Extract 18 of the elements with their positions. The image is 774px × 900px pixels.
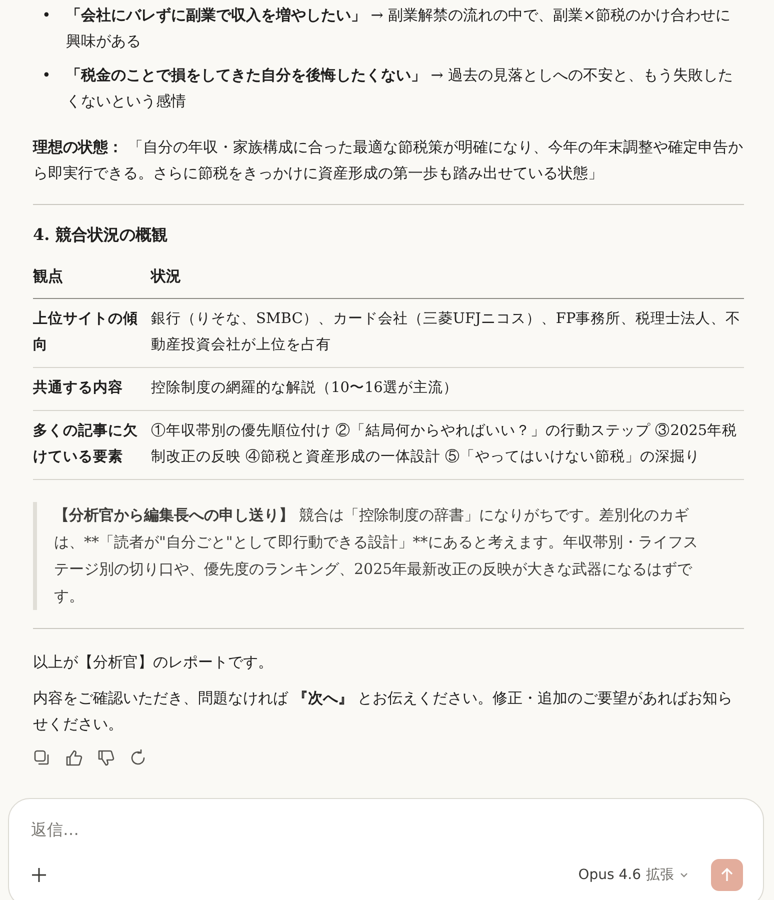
column-header: 状況 (151, 256, 744, 299)
ideal-state-text: 理想の状態： 「自分の年収・家族構成に合った最適な節税策が明確になり、今年の年末調整や確定申告から即実行できる。さらに節税をきっかけに資産形成の第一歩も踏み出せている状態」 (33, 137, 744, 184)
table-cell: 上位サイトの傾向 (33, 298, 151, 368)
table-cell: 共通する内容 (33, 368, 151, 411)
bullet-text: 「会社にバレずに副業で収入を増やしたい」 → 副業解禁の流れの中で、副業×節税のかけ合わせに興味がある (66, 5, 732, 52)
table-cell: 控除制度の網羅的な解説（10〜16選が主流） (151, 368, 744, 411)
model-selector[interactable]: Opus 4.6 拡張 (572, 864, 695, 886)
table-cell: ①年収帯別の優先順位付け ②「結局何からやればいい？」の行動ステップ ③2025年税制改正の反映 ④節税と資産形成の一体設計 ⑤「やってはいけない節税」の深掘り (151, 410, 744, 480)
note-text: 【分析官から編集長への申し送り】 競合は「控除制度の辞書」になりがちです。差別化のカギは、**「読者が"自分ごと"として即行動できる設計」**にあると考えます。年収帯別・ライフステージ別の切り口や、優先度のランキング、2025年最新改正の反映が大きな武器になるはずです。 (54, 505, 699, 608)
message-text: 以上が【分析官】のレポートです。 (33, 652, 274, 674)
message-text: 内容をご確認いただき、問題なければ 『次へ』 とお伝えください。修正・追加のご要望があればお知らせください。 (33, 688, 734, 736)
table-cell: 多くの記事に欠けている要素 (33, 410, 151, 480)
column-header: 観点 (33, 256, 151, 299)
bullet-text: 「税金のことで損をしてきた自分を後悔したくない」 → 過去の見落としへの不安と、もう失敗したくないという感情 (66, 65, 734, 112)
table-cell: 銀行（りそな、SMBC）、カード会社（三菱UFJニコス）、FP事務所、税理士法人、不動産投資会社が上位を占有 (151, 298, 744, 368)
bullet-marker: • (42, 65, 52, 86)
section-heading: 4. 競合状況の概観 (33, 225, 168, 244)
bullet-marker: • (42, 5, 52, 26)
